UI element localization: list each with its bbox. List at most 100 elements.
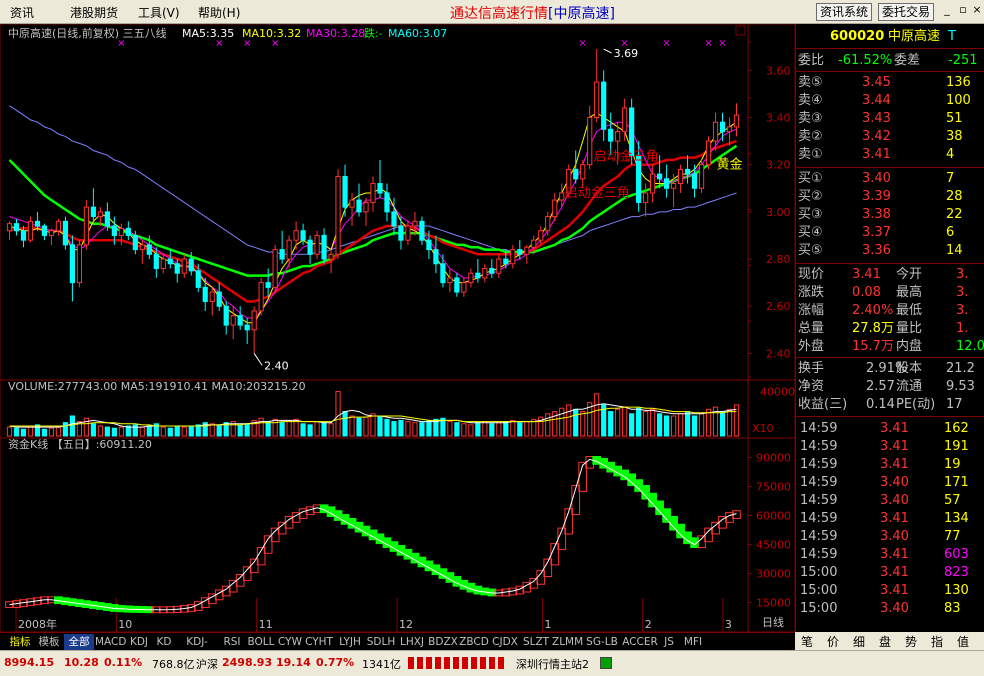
volume-bar bbox=[461, 423, 467, 437]
signal-marker: × bbox=[718, 38, 726, 49]
indicator-tab[interactable]: KDJ-TDX bbox=[176, 634, 218, 664]
indicator-tab[interactable]: CYW bbox=[277, 634, 303, 650]
quote-value: 0.08 bbox=[852, 285, 881, 300]
volume-bar bbox=[482, 421, 488, 437]
kline-chart[interactable]: 3.603.403.203.002.802.602.40× × × × × × × × ×3.6… bbox=[0, 24, 795, 632]
detail-tab[interactable]: 价 bbox=[827, 633, 839, 650]
candle-body bbox=[622, 107, 628, 133]
candle-body bbox=[258, 282, 264, 312]
volume-bar bbox=[419, 422, 425, 437]
indicator-tab[interactable]: SDLH bbox=[366, 634, 396, 650]
indicator-tab[interactable]: KDJ bbox=[126, 634, 152, 650]
info-system-button[interactable]: 资讯系统 bbox=[816, 3, 873, 21]
volume-bar bbox=[496, 422, 502, 437]
ma5-label: MA5:3.35 bbox=[182, 27, 234, 40]
indicator-tab[interactable]: JS bbox=[659, 634, 679, 650]
ask-price: 3.45 bbox=[862, 75, 891, 90]
restore-icon[interactable]: ▫ bbox=[956, 4, 970, 18]
detail-tab[interactable]: 势 bbox=[905, 633, 917, 650]
low-pointer bbox=[253, 353, 263, 366]
tick-volume: 162 bbox=[944, 421, 969, 436]
indicator-tab[interactable]: ZLMM bbox=[552, 634, 583, 650]
tick-price: 3.41 bbox=[880, 565, 909, 580]
indicator-tab[interactable]: SG-LB bbox=[583, 634, 621, 650]
indicator-tab[interactable]: LYJH bbox=[335, 634, 365, 650]
volume-bar bbox=[132, 424, 138, 437]
volume-bar bbox=[608, 411, 614, 437]
tick-time: 14:59 bbox=[800, 529, 838, 544]
indicator-tab[interactable]: ZBCD bbox=[459, 634, 489, 650]
indicator-tab[interactable]: ACCER bbox=[622, 634, 658, 650]
indicator-tab[interactable]: MACD bbox=[95, 634, 126, 650]
indicator-tab[interactable]: BDZX bbox=[428, 634, 458, 650]
detail-tab[interactable]: 值 bbox=[957, 633, 969, 650]
candle-body bbox=[13, 223, 20, 232]
bid-price: 3.40 bbox=[862, 171, 891, 186]
detail-tab[interactable]: 盘 bbox=[879, 633, 891, 650]
volume-bar bbox=[55, 426, 62, 437]
detail-tabs: 笔价细盘势指值 bbox=[795, 632, 984, 650]
indicator-tab[interactable]: LHXJ bbox=[397, 634, 427, 650]
indicator-tab[interactable]: 指标 bbox=[6, 634, 34, 650]
candle-body bbox=[125, 227, 131, 236]
indicator-tab[interactable]: CYHT bbox=[304, 634, 334, 650]
menu-item-info[interactable]: 资讯 bbox=[10, 4, 34, 21]
volume-bar bbox=[272, 418, 278, 437]
indicator-tab[interactable]: BOLL bbox=[246, 634, 276, 650]
volume-bar bbox=[447, 421, 453, 437]
volume-bar bbox=[412, 422, 418, 437]
quote-label: 总量 bbox=[798, 321, 825, 336]
tick-price: 3.40 bbox=[880, 529, 909, 544]
ma60-label: MA60:3.07 bbox=[388, 27, 447, 40]
candle-body bbox=[272, 249, 278, 288]
volume-bar bbox=[321, 422, 327, 437]
stock-name: 中原高速 bbox=[888, 29, 941, 44]
indicator-tab[interactable]: RSI bbox=[219, 634, 245, 650]
volume-bar bbox=[174, 425, 180, 437]
price-axis-label: 3.60 bbox=[766, 64, 791, 77]
candle-body bbox=[433, 249, 439, 265]
menu-item-tools[interactable]: 工具(V) bbox=[138, 4, 180, 21]
volume-bar bbox=[62, 422, 69, 437]
volume-bar bbox=[167, 427, 173, 437]
menu-item-hk[interactable]: 港股期货 bbox=[70, 4, 118, 21]
tick-row: 15:00 3.41 823 bbox=[796, 564, 984, 582]
candle-body bbox=[461, 282, 467, 293]
volume-bar bbox=[594, 393, 600, 437]
close-icon[interactable]: × bbox=[970, 4, 984, 18]
ask-price: 3.44 bbox=[862, 93, 891, 108]
fin-label: 收益(三) bbox=[798, 397, 848, 412]
volume-bar bbox=[684, 411, 691, 437]
quote-label-2: 最低 bbox=[896, 303, 923, 318]
candle-body bbox=[552, 199, 558, 218]
indicator-tab[interactable]: KD bbox=[153, 634, 175, 650]
tick-price: 3.41 bbox=[880, 511, 909, 526]
candle-body bbox=[468, 272, 474, 284]
trade-button[interactable]: 委托交易 bbox=[878, 3, 935, 21]
detail-tab[interactable]: 指 bbox=[931, 633, 943, 650]
candle-body bbox=[489, 267, 495, 274]
menu-item-help[interactable]: 帮助(H) bbox=[198, 4, 240, 21]
detail-tab[interactable]: 细 bbox=[853, 633, 865, 650]
indicator-tab[interactable]: MFI bbox=[680, 634, 706, 650]
detail-tab[interactable]: 笔 bbox=[801, 633, 813, 650]
indicator-tab[interactable]: CJDX bbox=[490, 634, 520, 650]
minimize-icon[interactable]: _ bbox=[940, 4, 954, 18]
volume-bar bbox=[97, 425, 103, 437]
candle-body bbox=[118, 227, 124, 236]
candle-body bbox=[328, 253, 334, 260]
indicator-tab[interactable]: 全部 bbox=[64, 634, 94, 650]
bid-row: 买③ 3.38 22 bbox=[796, 206, 984, 224]
tick-row: 14:59 3.40 171 bbox=[796, 474, 984, 492]
indicator-tab[interactable]: SLZT bbox=[521, 634, 551, 650]
low-annotation: 2.40 bbox=[264, 359, 289, 372]
fin-value: 0.14 bbox=[866, 397, 895, 412]
weicha-value: -251 bbox=[948, 53, 978, 68]
tick-price: 3.41 bbox=[880, 421, 909, 436]
bid-volume: 6 bbox=[946, 225, 955, 240]
volume-bar bbox=[670, 415, 677, 437]
chart-expand-icon bbox=[735, 25, 746, 36]
chart-area[interactable]: 3.60 3.40 3.20 3.00 2.80 2.60 2.40 × × × × × × × × × 3.6… bbox=[0, 24, 795, 632]
indicator-tab[interactable]: 模板 bbox=[35, 634, 63, 650]
price-axis-label: 3.40 bbox=[766, 111, 791, 124]
